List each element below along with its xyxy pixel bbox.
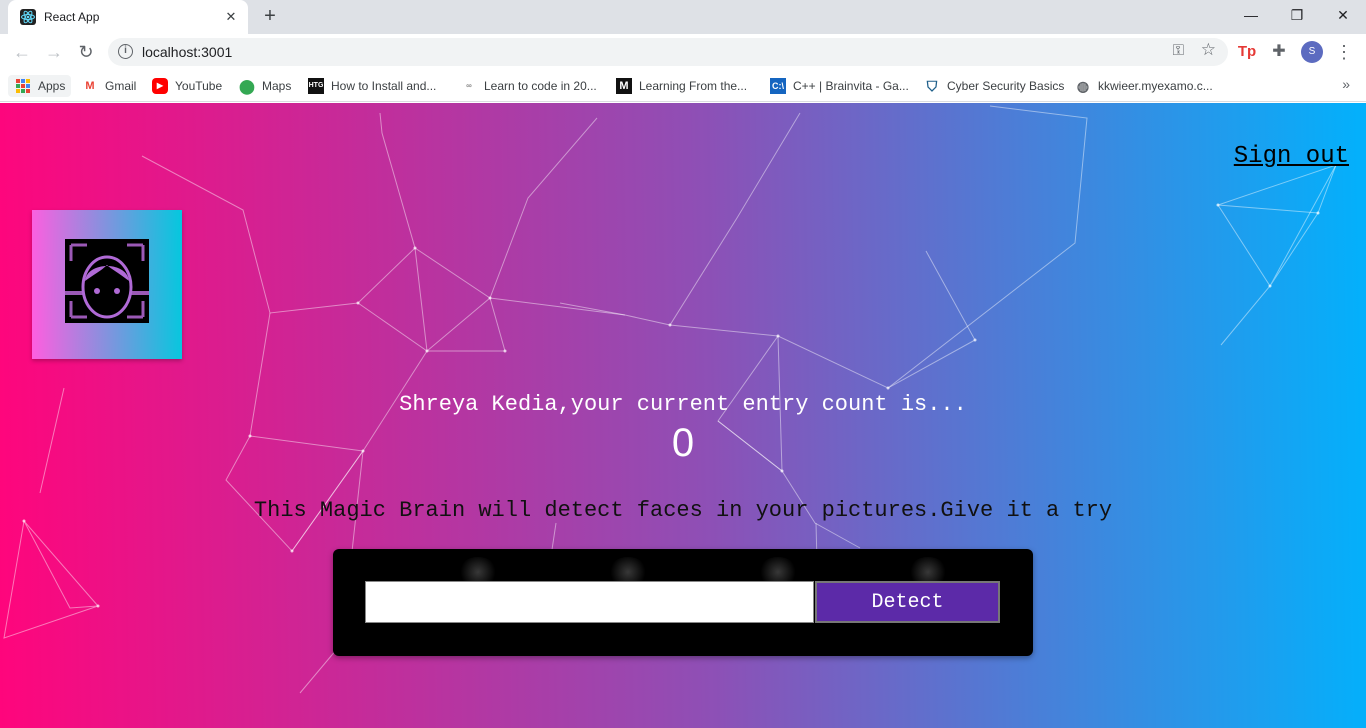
- browser-toolbar: ← → ↻ i localhost:3001 ⚿ ☆ Tp ✚ ⋮: [0, 34, 1366, 70]
- bookmark-label: kkwieer.myexamo.c...: [1098, 79, 1213, 93]
- image-url-input[interactable]: [365, 581, 814, 623]
- bookmark-label: Cyber Security Basics: [947, 79, 1065, 93]
- gmail-icon: M: [85, 80, 95, 92]
- app-logo: [32, 210, 182, 359]
- profile-avatar[interactable]: S: [1301, 41, 1323, 63]
- cpp-icon: C:\: [770, 78, 786, 94]
- bookmark-cyber[interactable]: ⛉ Cyber Security Basics: [924, 75, 1065, 97]
- user-rank-text: Shreya Kedia,your current entry count is…: [399, 392, 967, 417]
- face-scan-icon: [65, 239, 149, 323]
- bookmark-youtube[interactable]: ▶ YouTube: [152, 75, 222, 97]
- more-bookmarks-icon[interactable]: »: [1342, 76, 1350, 92]
- apps-grid-icon: [16, 79, 30, 93]
- detect-button[interactable]: Detect: [815, 581, 1000, 623]
- restore-button[interactable]: ❐: [1274, 0, 1320, 30]
- tp-extension-icon[interactable]: Tp: [1236, 41, 1258, 63]
- maps-icon: ⬤: [239, 78, 255, 94]
- bookmark-label: YouTube: [175, 79, 223, 93]
- bookmark-label: C++ | Brainvita - Ga...: [793, 79, 909, 93]
- info-icon[interactable]: i: [118, 44, 133, 59]
- bookmark-gmail[interactable]: M Gmail: [82, 75, 136, 97]
- extensions-puzzle-icon[interactable]: ✚: [1268, 41, 1290, 63]
- close-window-button[interactable]: ✕: [1320, 0, 1366, 30]
- bookmark-star-icon[interactable]: ☆: [1201, 40, 1216, 60]
- bookmark-label: Apps: [38, 79, 66, 93]
- medium-icon: M: [616, 78, 632, 94]
- key-icon[interactable]: ⚿: [1173, 42, 1184, 59]
- close-tab-icon[interactable]: ✕: [222, 8, 240, 26]
- reload-icon[interactable]: ↻: [72, 38, 100, 66]
- minimize-button[interactable]: —: [1228, 0, 1274, 30]
- address-bar[interactable]: i localhost:3001 ⚿ ☆: [108, 38, 1228, 66]
- code-icon: ∞: [466, 81, 472, 90]
- back-arrow-icon[interactable]: ←: [8, 38, 36, 66]
- bookmark-label: Maps: [262, 79, 292, 93]
- image-link-form: Detect: [333, 549, 1033, 656]
- shield-icon: ⛉: [926, 78, 938, 94]
- bookmark-label: Gmail: [105, 79, 137, 93]
- bookmark-learn-code[interactable]: ∞ Learn to code in 20...: [461, 75, 597, 97]
- bookmark-kkwieer[interactable]: ◍ kkwieer.myexamo.c...: [1075, 75, 1213, 97]
- tab-title: React App: [44, 10, 100, 24]
- menu-dots-icon[interactable]: ⋮: [1333, 41, 1355, 63]
- bookmarks-bar: Apps M Gmail ▶ YouTube ⬤ Maps HTG How to…: [0, 70, 1366, 102]
- browser-tab[interactable]: React App ✕: [8, 0, 248, 34]
- bookmark-maps[interactable]: ⬤ Maps: [239, 75, 291, 97]
- htg-icon: HTG: [308, 78, 324, 94]
- app-page: Sign out Shreya Kedia,your current entry…: [0, 103, 1366, 728]
- forward-arrow-icon[interactable]: →: [40, 38, 68, 66]
- url-text[interactable]: localhost:3001: [142, 44, 232, 60]
- bookmark-medium[interactable]: M Learning From the...: [616, 75, 747, 97]
- new-tab-button[interactable]: +: [258, 6, 282, 28]
- youtube-icon: ▶: [152, 78, 168, 94]
- bookmark-apps[interactable]: Apps: [8, 75, 72, 97]
- sign-out-link[interactable]: Sign out: [1234, 143, 1349, 170]
- tagline-text: This Magic Brain will detect faces in yo…: [253, 498, 1113, 523]
- entry-count: 0: [671, 421, 695, 465]
- bookmark-label: Learning From the...: [639, 79, 748, 93]
- bookmark-cpp[interactable]: C:\ C++ | Brainvita - Ga...: [770, 75, 909, 97]
- bookmark-htg[interactable]: HTG How to Install and...: [308, 75, 436, 97]
- browser-tab-strip: React App ✕ + — ❐ ✕: [0, 0, 1366, 34]
- bookmark-label: Learn to code in 20...: [484, 79, 597, 93]
- react-icon: [20, 9, 36, 25]
- globe-icon: ◍: [1076, 78, 1090, 94]
- bookmark-label: How to Install and...: [331, 79, 437, 93]
